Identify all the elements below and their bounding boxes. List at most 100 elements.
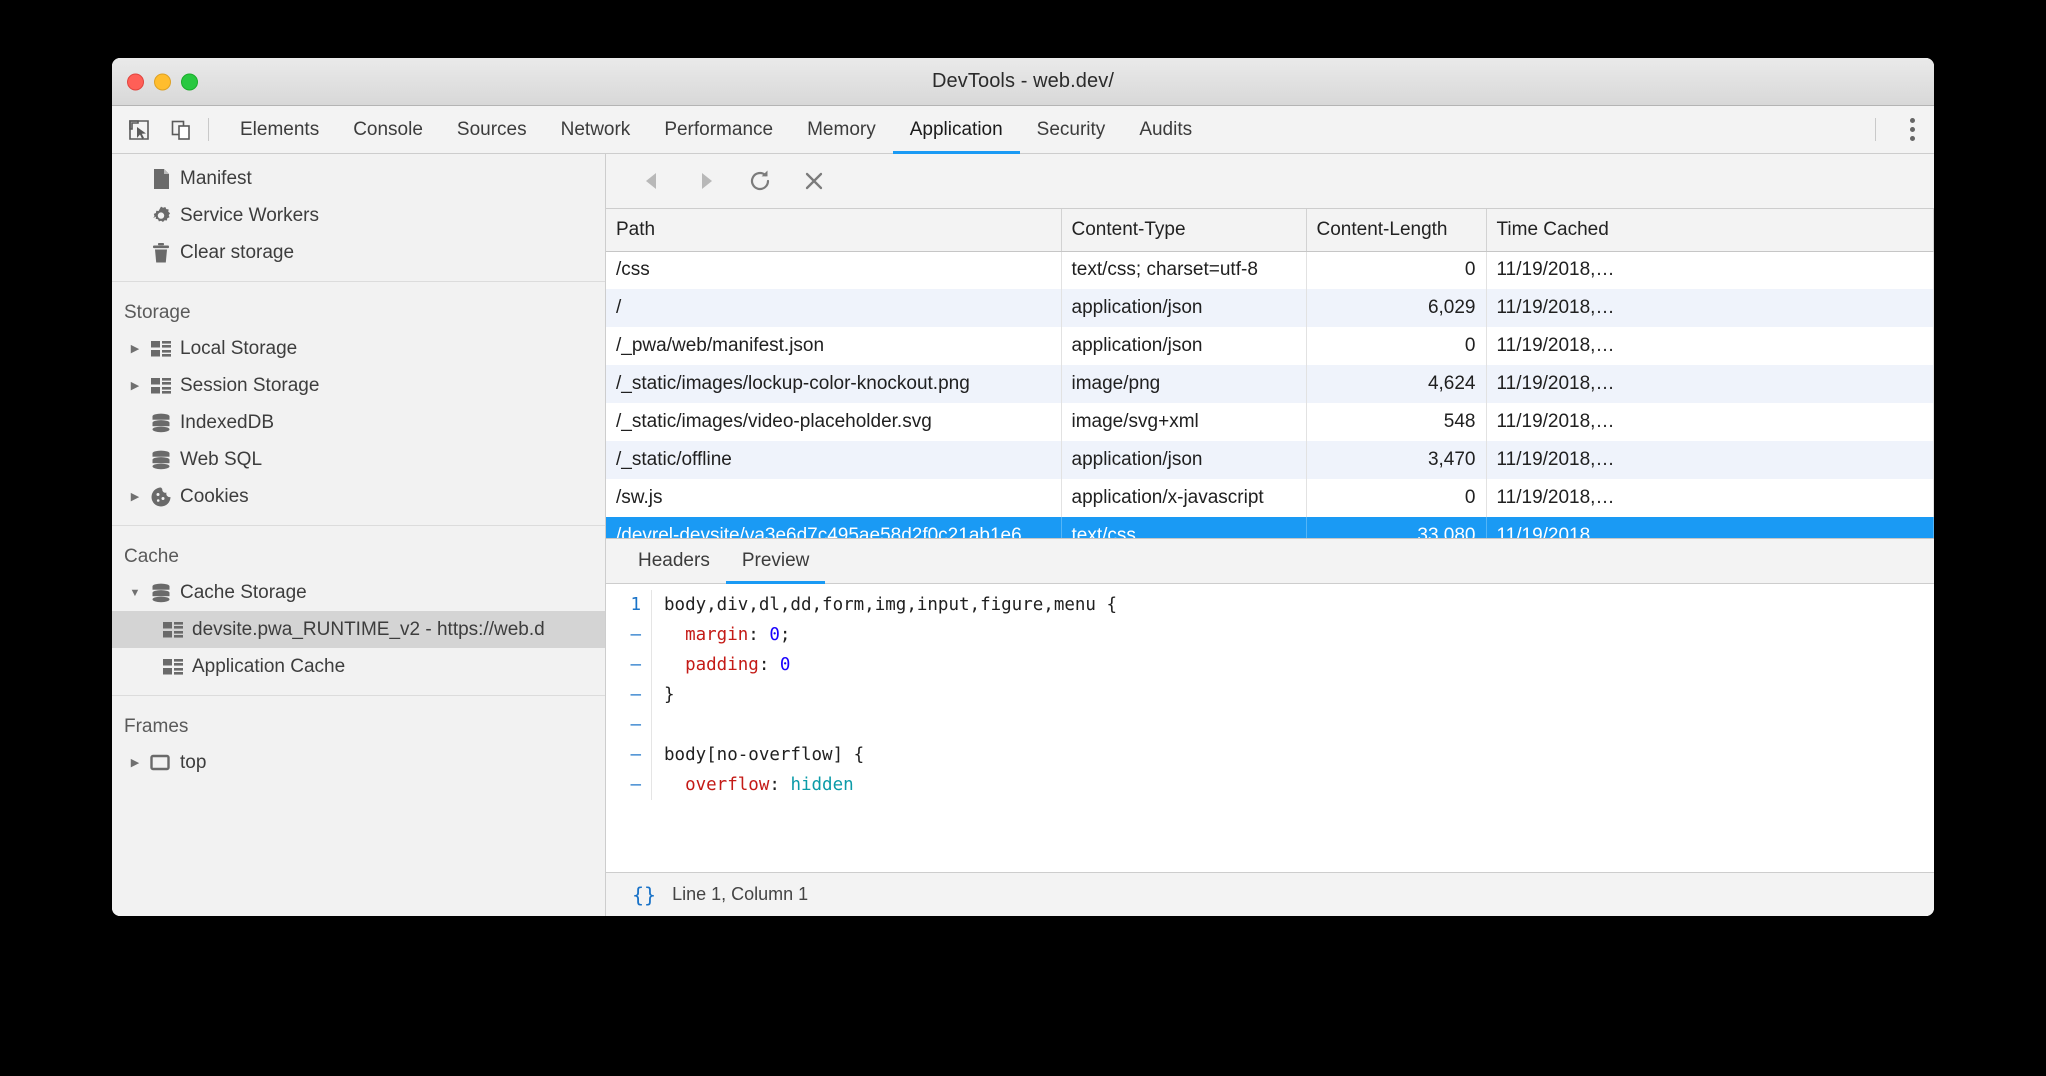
code-line: – body[no-overflow] { — [606, 740, 1934, 770]
sidebar-item-session-storage[interactable]: ▶ Session Storage — [112, 367, 605, 404]
cache-entries-table-wrap[interactable]: Path Content-Type Content-Length Time Ca… — [606, 209, 1934, 539]
sidebar-item-label: Cookies — [180, 486, 249, 508]
table-grid-icon — [158, 658, 188, 676]
delete-icon[interactable] — [800, 167, 828, 195]
sidebar-item-cache-bucket[interactable]: devsite.pwa_RUNTIME_v2 - https://web.d — [112, 611, 605, 648]
inspect-element-icon[interactable] — [126, 117, 152, 143]
sidebar-item-label: Local Storage — [180, 338, 297, 360]
cell-path: / — [606, 289, 1061, 327]
sidebar-item-label: Session Storage — [180, 375, 319, 397]
code-line: 1 body,div,dl,dd,form,img,input,figure,m… — [606, 590, 1934, 620]
table-grid-icon — [158, 621, 188, 639]
table-row-selected[interactable]: /devrel-devsite/va3e6d7c495ae58d2f0c21ab… — [606, 517, 1934, 539]
tab-application[interactable]: Application — [893, 106, 1020, 153]
cursor-position-label: Line 1, Column 1 — [672, 884, 808, 905]
forward-icon[interactable] — [692, 167, 720, 195]
trash-icon — [146, 242, 176, 264]
window-controls — [127, 73, 198, 90]
table-row[interactable]: /_static/images/video-placeholder.svg im… — [606, 403, 1934, 441]
editor-statusbar: {} Line 1, Column 1 — [606, 872, 1934, 916]
sidebar-section-title-storage: Storage — [112, 286, 605, 330]
tab-audits[interactable]: Audits — [1122, 106, 1209, 153]
sidebar-item-frame-top[interactable]: ▶ top — [112, 744, 605, 781]
cell-time: 11/19/2018,… — [1486, 517, 1934, 539]
back-icon[interactable] — [638, 167, 666, 195]
tab-label: Performance — [664, 119, 773, 141]
sidebar-item-indexeddb[interactable]: IndexedDB — [112, 404, 605, 441]
code-line: – margin: 0; — [606, 620, 1934, 650]
tab-performance[interactable]: Performance — [647, 106, 790, 153]
tab-headers[interactable]: Headers — [622, 539, 726, 583]
tab-label: Memory — [807, 119, 876, 141]
column-header-content-length[interactable]: Content-Length — [1306, 209, 1486, 251]
column-header-content-type[interactable]: Content-Type — [1061, 209, 1306, 251]
sidebar-item-label: Cache Storage — [180, 582, 307, 604]
tab-network[interactable]: Network — [544, 106, 648, 153]
table-row[interactable]: /_static/images/lockup-color-knockout.pn… — [606, 365, 1934, 403]
sidebar-section-title-cache: Cache — [112, 530, 605, 574]
database-icon — [146, 450, 176, 470]
table-row[interactable]: /_pwa/web/manifest.json application/json… — [606, 327, 1934, 365]
gear-icon — [146, 205, 176, 227]
table-header-row: Path Content-Type Content-Length Time Ca… — [606, 209, 1934, 251]
cell-length: 0 — [1306, 327, 1486, 365]
tab-memory[interactable]: Memory — [790, 106, 893, 153]
minimize-window-button[interactable] — [154, 73, 171, 90]
cell-path: /_static/offline — [606, 441, 1061, 479]
sidebar-item-application-cache[interactable]: Application Cache — [112, 648, 605, 685]
cell-path: /devrel-devsite/va3e6d7c495ae58d2f0c21ab… — [606, 517, 1061, 539]
sidebar-section-title-frames: Frames — [112, 700, 605, 744]
sidebar-item-service-workers[interactable]: Service Workers — [112, 197, 605, 234]
line-text: body,div,dl,dd,form,img,input,figure,men… — [652, 590, 1117, 620]
close-window-button[interactable] — [127, 73, 144, 90]
column-header-path[interactable]: Path — [606, 209, 1061, 251]
maximize-window-button[interactable] — [181, 73, 198, 90]
cell-time: 11/19/2018,… — [1486, 403, 1934, 441]
window-titlebar: DevTools - web.dev/ — [112, 58, 1934, 106]
tab-sources[interactable]: Sources — [440, 106, 544, 153]
tab-console[interactable]: Console — [336, 106, 440, 153]
tab-elements[interactable]: Elements — [223, 106, 336, 153]
sidebar-item-local-storage[interactable]: ▶ Local Storage — [112, 330, 605, 367]
sidebar-item-cookies[interactable]: ▶ Cookies — [112, 478, 605, 515]
tab-label: Elements — [240, 119, 319, 141]
more-options-icon[interactable] — [1890, 106, 1934, 153]
chevron-down-icon[interactable]: ▼ — [124, 587, 146, 599]
cell-time: 11/19/2018,… — [1486, 441, 1934, 479]
device-toolbar-icon[interactable] — [168, 117, 194, 143]
table-grid-icon — [146, 377, 176, 395]
table-row[interactable]: /_static/offline application/json 3,470 … — [606, 441, 1934, 479]
sidebar-group-frames: Frames ▶ top — [112, 696, 605, 791]
cell-path: /_static/images/video-placeholder.svg — [606, 403, 1061, 441]
cell-type: application/json — [1061, 441, 1306, 479]
chevron-right-icon[interactable]: ▶ — [124, 490, 146, 503]
code-viewer[interactable]: 1 body,div,dl,dd,form,img,input,figure,m… — [606, 584, 1934, 872]
sidebar-item-label: Web SQL — [180, 449, 262, 471]
devtools-tabbar: Elements Console Sources Network Perform… — [112, 106, 1934, 154]
sidebar-item-label: Application Cache — [192, 656, 345, 678]
cell-time: 11/19/2018,… — [1486, 251, 1934, 289]
sidebar-item-cache-storage[interactable]: ▼ Cache Storage — [112, 574, 605, 611]
tab-preview[interactable]: Preview — [726, 539, 826, 583]
cell-type: application/x-javascript — [1061, 479, 1306, 517]
refresh-icon[interactable] — [746, 167, 774, 195]
cell-path: /_static/images/lockup-color-knockout.pn… — [606, 365, 1061, 403]
table-row[interactable]: /css text/css; charset=utf-8 0 11/19/201… — [606, 251, 1934, 289]
sidebar-item-manifest[interactable]: Manifest — [112, 160, 605, 197]
chevron-right-icon[interactable]: ▶ — [124, 342, 146, 355]
window-title: DevTools - web.dev/ — [112, 70, 1934, 93]
sidebar-item-web-sql[interactable]: Web SQL — [112, 441, 605, 478]
column-header-time-cached[interactable]: Time Cached — [1486, 209, 1934, 251]
tab-list: Elements Console Sources Network Perform… — [223, 106, 1861, 153]
chevron-right-icon[interactable]: ▶ — [124, 379, 146, 392]
table-row[interactable]: /sw.js application/x-javascript 0 11/19/… — [606, 479, 1934, 517]
application-sidebar[interactable]: Manifest Service Workers — [112, 154, 606, 916]
table-row[interactable]: / application/json 6,029 11/19/2018,… — [606, 289, 1934, 327]
sidebar-item-clear-storage[interactable]: Clear storage — [112, 234, 605, 271]
chevron-right-icon[interactable]: ▶ — [124, 756, 146, 769]
tab-security[interactable]: Security — [1020, 106, 1123, 153]
line-number: – — [606, 740, 652, 770]
format-code-icon[interactable]: {} — [632, 883, 656, 907]
line-text: body[no-overflow] { — [652, 740, 864, 770]
database-icon — [146, 413, 176, 433]
